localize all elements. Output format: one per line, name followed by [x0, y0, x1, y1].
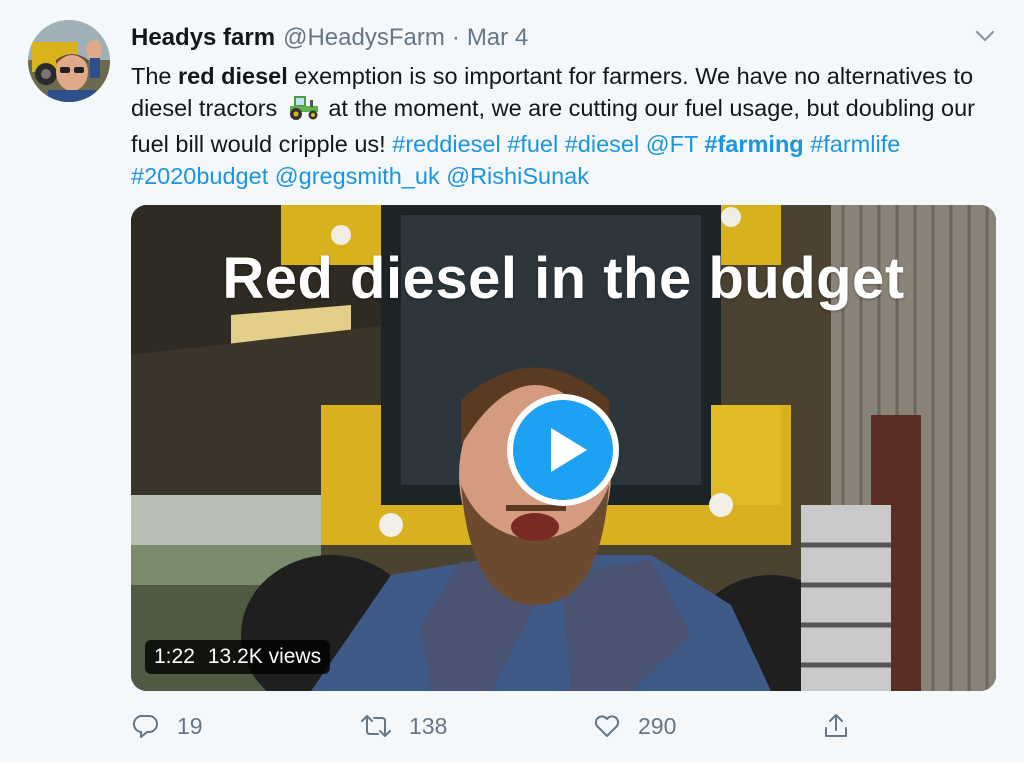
video-overlay-title: Red diesel in the budget — [222, 246, 905, 311]
share-button[interactable] — [821, 706, 851, 746]
author-handle[interactable]: @HeadysFarm — [283, 24, 445, 52]
retweet-button[interactable]: 138 — [359, 706, 447, 746]
retweet-count: 138 — [409, 712, 448, 739]
avatar[interactable] — [28, 20, 110, 102]
share-icon — [825, 714, 847, 737]
hashtag-link[interactable]: #farmlife — [810, 131, 900, 157]
text-segment: The — [131, 63, 179, 89]
hashtag-link[interactable]: #farming — [704, 131, 803, 157]
chevron-down-icon[interactable] — [973, 26, 997, 46]
tweet-header: Headys farm @HeadysFarm · Mar 4 — [131, 24, 528, 52]
mention-link[interactable]: @FT — [646, 131, 698, 157]
play-icon — [513, 400, 613, 500]
hashtag-link[interactable]: #2020budget — [131, 163, 268, 189]
video-duration: 1:22 — [154, 645, 195, 668]
avatar-image — [28, 20, 110, 102]
author-name[interactable]: Headys farm — [131, 24, 275, 52]
text-bold: red diesel — [178, 63, 288, 89]
tweet-date[interactable]: Mar 4 — [467, 24, 528, 52]
video-info-badge: 1:22 13.2K views — [145, 640, 331, 674]
mention-link[interactable]: @gregsmith_uk — [275, 163, 440, 189]
reply-icon — [132, 714, 158, 738]
hashtag-link[interactable]: #diesel — [565, 131, 639, 157]
mention-link[interactable]: @RishiSunak — [446, 163, 589, 189]
retweet-icon — [361, 715, 391, 737]
tractor-emoji-icon — [286, 94, 320, 128]
hashtag-link[interactable]: #fuel — [507, 131, 558, 157]
hashtag-link[interactable]: #reddiesel — [392, 131, 500, 157]
video-views: 13.2K views — [207, 645, 322, 668]
tweet-actions: 19 138 290 — [131, 706, 1011, 746]
reply-button[interactable]: 19 — [131, 706, 203, 746]
play-button[interactable] — [507, 394, 619, 506]
heart-icon — [594, 715, 620, 737]
reply-count: 19 — [177, 712, 203, 739]
like-button[interactable]: 290 — [592, 706, 676, 746]
tweet[interactable]: Headys farm @HeadysFarm · Mar 4 The red … — [0, 0, 1024, 763]
separator-dot: · — [451, 24, 460, 51]
like-count: 290 — [638, 712, 677, 739]
tweet-text: The red diesel exemption is so important… — [131, 60, 1011, 192]
